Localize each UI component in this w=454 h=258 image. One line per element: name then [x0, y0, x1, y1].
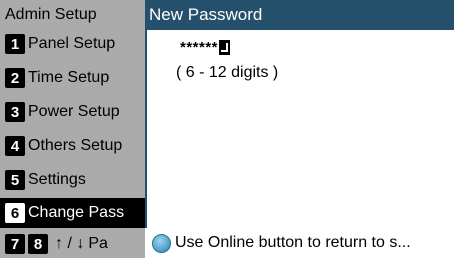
page-down-number[interactable]: 8: [28, 234, 48, 254]
menu-item-label: Others Setup: [28, 137, 123, 154]
password-field[interactable]: ******: [180, 37, 231, 57]
menu-item-time-setup[interactable]: 2 Time Setup: [0, 63, 145, 93]
footer-message: Use Online button to return to s...: [152, 232, 454, 254]
menu-item-number: 4: [5, 136, 25, 156]
password-length-hint: ( 6 - 12 digits ): [176, 64, 279, 81]
menu-item-label: Change Pass: [28, 204, 125, 221]
menu-item-label: Power Setup: [28, 103, 120, 120]
menu-item-number: 3: [5, 102, 25, 122]
menu-item-label: Panel Setup: [28, 35, 116, 52]
menu-item-number: 6: [5, 203, 25, 223]
menu-item-label: Settings: [28, 171, 86, 188]
page-up-number[interactable]: 7: [5, 234, 25, 254]
menu-item-number: 5: [5, 170, 25, 190]
password-mask: ******: [180, 38, 219, 56]
menu-item-change-password[interactable]: 6 Change Pass: [0, 198, 145, 228]
scroll-arrows-icon: ↑ / ↓: [55, 235, 85, 252]
nav-page-label: Pa: [88, 235, 108, 252]
menu-item-settings[interactable]: 5 Settings: [0, 165, 145, 195]
panel-divider: [145, 30, 147, 228]
footer-text: Use Online button to return to s...: [175, 234, 411, 251]
menu-item-label: Time Setup: [28, 69, 110, 86]
menu-item-number: 2: [5, 68, 25, 88]
panel-title: New Password: [145, 0, 454, 30]
menu-item-others-setup[interactable]: 4 Others Setup: [0, 131, 145, 161]
menu-item-panel-setup[interactable]: 1 Panel Setup: [0, 29, 145, 59]
menu-item-power-setup[interactable]: 3 Power Setup: [0, 97, 145, 127]
menu-nav-row[interactable]: 7 8 ↑ / ↓ Pa: [0, 229, 145, 258]
enter-cursor-icon: [219, 39, 231, 55]
admin-setup-menu: Admin Setup 1 Panel Setup 2 Time Setup 3…: [0, 0, 145, 258]
online-button-icon: [152, 233, 171, 253]
menu-title: Admin Setup: [5, 5, 97, 23]
menu-item-number: 1: [5, 34, 25, 54]
